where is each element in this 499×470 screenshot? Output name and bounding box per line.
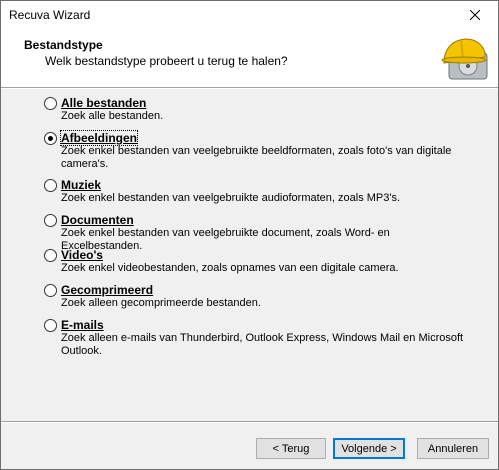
radio-images[interactable] — [44, 132, 57, 145]
window-title: Recuva Wizard — [9, 8, 91, 22]
page-subtitle: Welk bestandstype probeert u terug te ha… — [45, 54, 288, 68]
option-label[interactable]: Documenten — [61, 213, 134, 227]
option-compressed[interactable]: Gecomprimeerd Zoek alleen gecomprimeerde… — [44, 283, 484, 318]
recuva-logo-icon — [441, 38, 488, 80]
option-label[interactable]: Afbeeldingen — [59, 130, 139, 146]
header-divider — [1, 87, 498, 89]
option-description: Zoek alle bestanden. — [61, 110, 164, 122]
footer-divider — [1, 421, 498, 423]
option-description: Zoek enkel videobestanden, zoals opnames… — [61, 262, 399, 274]
next-button[interactable]: Volgende > — [333, 438, 405, 459]
radio-all-files[interactable] — [44, 97, 57, 110]
radio-music[interactable] — [44, 179, 57, 192]
title-bar: Recuva Wizard — [1, 1, 498, 29]
cancel-button[interactable]: Annuleren — [417, 438, 489, 459]
back-button[interactable]: < Terug — [256, 438, 326, 459]
close-button[interactable] — [452, 1, 498, 29]
radio-videos[interactable] — [44, 249, 57, 262]
option-label[interactable]: Muziek — [61, 178, 101, 192]
option-label[interactable]: Alle bestanden — [61, 96, 146, 110]
option-description: Zoek enkel bestanden van veelgebruikte a… — [61, 192, 401, 204]
option-videos[interactable]: Video's Zoek enkel videobestanden, zoals… — [44, 248, 484, 283]
close-icon — [470, 10, 480, 20]
radio-compressed[interactable] — [44, 284, 57, 297]
option-images[interactable]: Afbeeldingen Zoek enkel bestanden van ve… — [44, 130, 484, 178]
option-label[interactable]: E-mails — [61, 318, 104, 332]
option-music[interactable]: Muziek Zoek enkel bestanden van veelgebr… — [44, 178, 484, 213]
option-all-files[interactable]: Alle bestanden Zoek alle bestanden. — [44, 96, 484, 131]
radio-documents[interactable] — [44, 214, 57, 227]
option-label[interactable]: Gecomprimeerd — [61, 283, 153, 297]
radio-emails[interactable] — [44, 319, 57, 332]
file-type-options: Alle bestanden Zoek alle bestanden. Afbe… — [44, 96, 484, 365]
wizard-window: Recuva Wizard Bestandstype Welk bestands… — [0, 0, 499, 470]
option-description: Zoek alleen e-mails van Thunderbird, Out… — [61, 332, 464, 357]
option-documents[interactable]: Documenten Zoek enkel bestanden van veel… — [44, 213, 484, 252]
page-title: Bestandstype — [24, 38, 103, 52]
option-description: Zoek alleen gecomprimeerde bestanden. — [61, 297, 261, 309]
option-description: Zoek enkel bestanden van veelgebruikte b… — [61, 145, 452, 170]
option-label[interactable]: Video's — [61, 248, 103, 262]
wizard-header: Bestandstype Welk bestandstype probeert … — [1, 29, 498, 87]
option-emails[interactable]: E-mails Zoek alleen e-mails van Thunderb… — [44, 318, 484, 365]
